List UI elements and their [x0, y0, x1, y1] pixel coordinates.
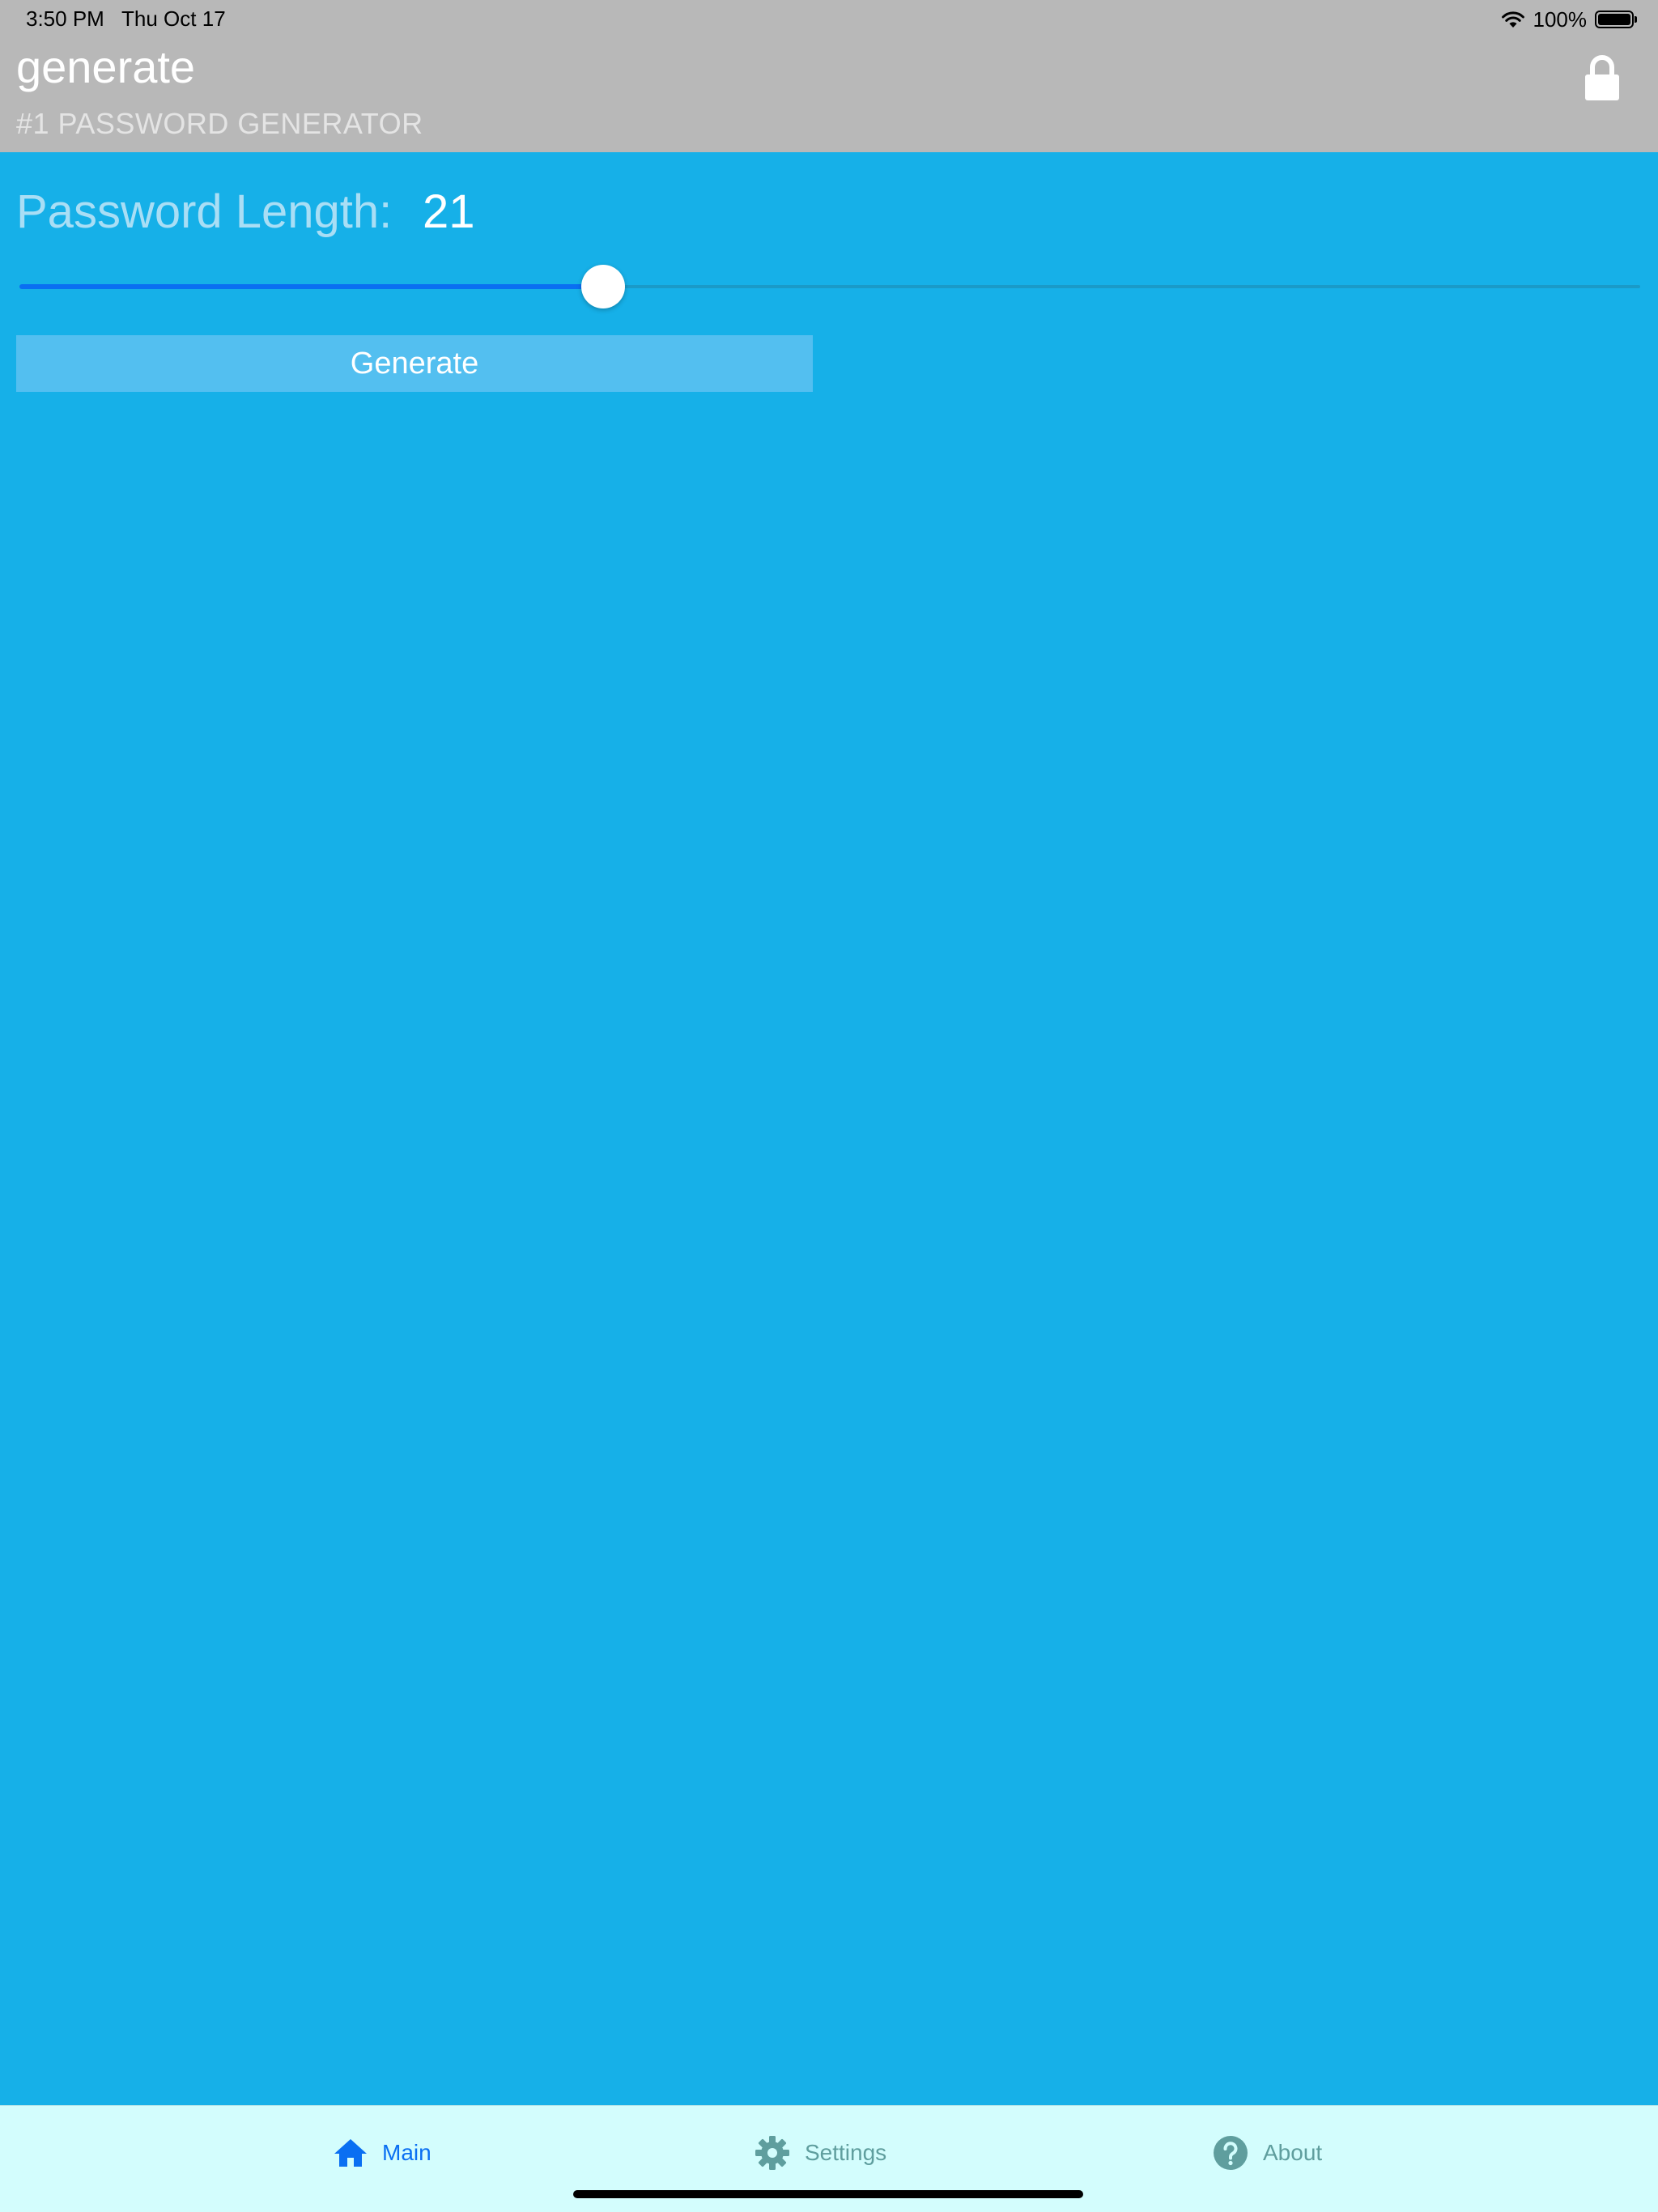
status-indicators: 100%: [1501, 5, 1637, 34]
status-time: 3:50 PM Thu Oct 17: [26, 6, 226, 32]
tab-settings[interactable]: Settings: [755, 2130, 886, 2176]
status-date: Thu Oct 17: [121, 6, 226, 31]
question-circle-icon: [1214, 2136, 1248, 2170]
slider-fill: [19, 284, 603, 289]
generate-button[interactable]: Generate: [16, 335, 813, 392]
lock-button[interactable]: [1584, 55, 1621, 102]
home-icon: [334, 2139, 367, 2167]
tab-about[interactable]: About: [1213, 2130, 1322, 2176]
password-length-label: Password Length:: [16, 185, 393, 238]
app-subtitle: #1 PASSWORD GENERATOR: [16, 107, 423, 140]
slider-thumb[interactable]: [580, 265, 625, 308]
wifi-icon: [1501, 11, 1524, 28]
status-clock: 3:50 PM: [26, 6, 104, 31]
home-indicator: [573, 2190, 1083, 2198]
battery-percent: 100%: [1533, 6, 1588, 32]
battery-fill: [1598, 14, 1630, 25]
tab-settings-label: Settings: [805, 2140, 887, 2165]
password-length-value: 21: [423, 185, 475, 238]
header-bar: 3:50 PM Thu Oct 17 100% generate #1 PASS…: [0, 0, 1658, 152]
lock-icon: [1585, 55, 1619, 100]
tab-main-label: Main: [382, 2140, 432, 2165]
gear-icon: [755, 2136, 789, 2170]
password-length-slider[interactable]: [19, 265, 1640, 308]
tab-main[interactable]: Main: [334, 2130, 432, 2176]
app-title: generate: [16, 41, 196, 92]
tab-about-label: About: [1263, 2140, 1323, 2165]
app-screen: 3:50 PM Thu Oct 17 100% generate #1 PASS…: [0, 0, 1658, 2212]
battery-icon: [1595, 11, 1637, 28]
